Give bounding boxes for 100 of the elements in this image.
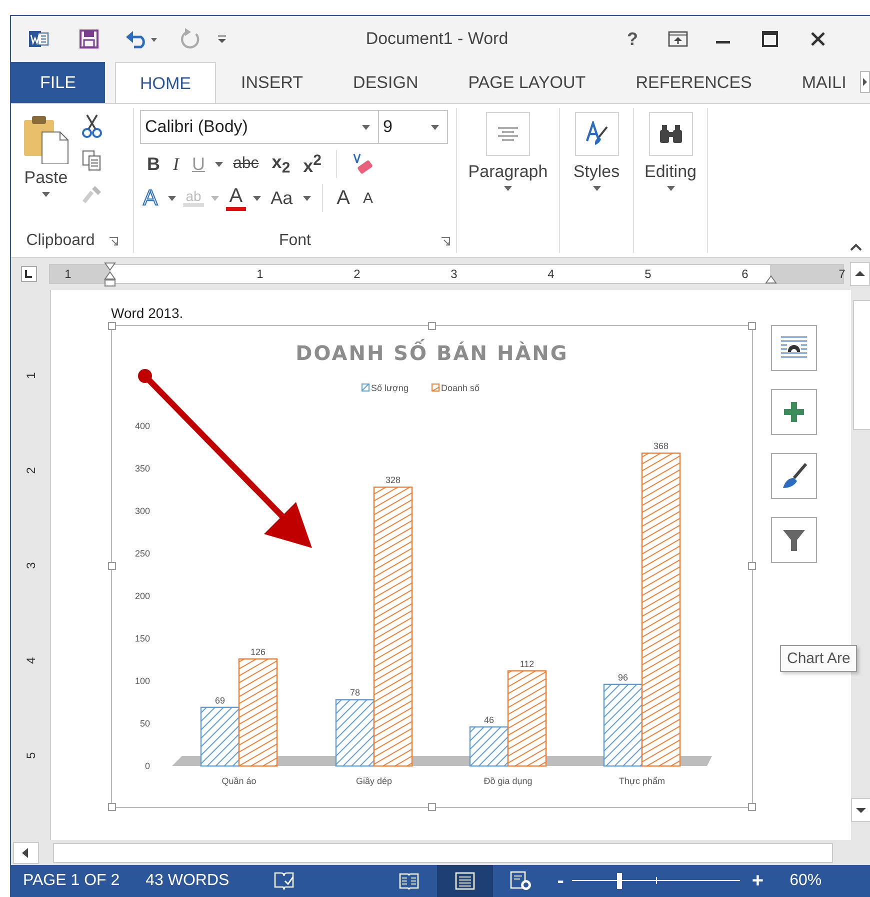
chart-styles-button[interactable] xyxy=(771,453,817,499)
font-name-field[interactable]: Calibri (Body) xyxy=(140,110,379,144)
font-color-button[interactable]: A xyxy=(226,186,246,210)
format-button[interactable]: x$^{2}$ xyxy=(300,153,325,175)
resize-handle[interactable] xyxy=(428,322,436,330)
caret-icon[interactable] xyxy=(42,192,50,197)
add-element-button[interactable] xyxy=(771,389,817,435)
ruler-number: 1 xyxy=(64,267,72,281)
data-label: 126 xyxy=(250,646,266,657)
resize-handle[interactable] xyxy=(748,322,756,330)
format-button[interactable]: x$_{2}$ xyxy=(268,152,294,176)
ribbon-tab[interactable]: HOME xyxy=(115,62,216,104)
caret-icon[interactable] xyxy=(592,186,600,191)
help-button[interactable]: ? xyxy=(627,28,638,50)
tab-selector-icon[interactable] xyxy=(21,266,37,282)
legend-label: Doanh số xyxy=(441,383,480,393)
window-title: Document1 - Word xyxy=(364,29,510,49)
zoom-out-button[interactable]: - xyxy=(553,870,568,892)
ribbon-tab[interactable]: REFERENCES xyxy=(610,62,777,103)
ribbon-group-button[interactable]: Styles xyxy=(573,162,620,182)
caret-icon[interactable] xyxy=(252,196,261,200)
caret-icon[interactable] xyxy=(362,124,370,130)
close-icon[interactable] xyxy=(810,31,826,47)
data-label: 69 xyxy=(215,695,225,706)
ribbon-group-button[interactable]: Editing xyxy=(644,162,696,182)
resize-handle[interactable] xyxy=(428,803,436,811)
right-indent-icon[interactable] xyxy=(765,275,777,284)
resize-handle[interactable] xyxy=(108,562,116,570)
customize-caret-icon[interactable] xyxy=(217,34,227,44)
ruler-number: 2 xyxy=(22,467,38,474)
save-icon[interactable] xyxy=(79,29,99,49)
resize-handle[interactable] xyxy=(108,803,116,811)
zoom-level[interactable]: 60% xyxy=(790,872,822,890)
ribbon-tab[interactable]: INSERT xyxy=(216,62,328,103)
legend-label: Số lượng xyxy=(371,383,408,393)
paintbrush-icon[interactable] xyxy=(780,462,808,490)
caret-icon[interactable] xyxy=(504,186,512,191)
scrollbar-thumb[interactable] xyxy=(53,842,833,862)
zoom-in-button[interactable]: + xyxy=(748,870,768,892)
paragraph-icon[interactable] xyxy=(498,127,518,141)
chart-area[interactable]: DOANH SỐ BÁN HÀNG Số lượng Doanh số 0 50 100 150 200 250 300 350 400 69 126 Quần áo 78 328 Giầy dép 46 112 Đồ gia dụng 96 368 Thực phẩm xyxy=(111,325,753,808)
web-page-icon[interactable] xyxy=(510,871,532,891)
styles-icon[interactable] xyxy=(584,121,608,147)
copy-icon[interactable] xyxy=(82,150,102,172)
book-icon[interactable] xyxy=(399,872,420,890)
dialog-launcher-icon[interactable] xyxy=(441,236,450,246)
word-logo-icon[interactable] xyxy=(29,29,49,49)
paste-button[interactable]: Paste xyxy=(24,166,68,190)
binoculars-icon[interactable] xyxy=(658,124,682,144)
undo-icon[interactable] xyxy=(125,29,159,49)
format-button[interactable]: abc xyxy=(230,156,262,172)
axis-label: 300 xyxy=(134,506,150,516)
caret-icon[interactable] xyxy=(215,162,223,166)
ribbon-display-icon[interactable] xyxy=(668,31,688,47)
print-layout-button[interactable] xyxy=(437,865,494,897)
indent-marker-icon[interactable] xyxy=(104,262,116,288)
chart-filter-button[interactable] xyxy=(771,517,817,563)
axis-label: 50 xyxy=(140,718,150,728)
axis-label: 0 xyxy=(144,761,150,771)
caret-icon[interactable] xyxy=(431,124,439,130)
scrollbar-thumb[interactable] xyxy=(853,300,870,430)
page-icon[interactable] xyxy=(455,872,476,890)
scroll-left-icon[interactable] xyxy=(13,842,39,864)
file-tab[interactable]: FILE xyxy=(11,62,105,103)
caret-icon[interactable] xyxy=(666,186,674,191)
ruler-number: 6 xyxy=(740,267,750,281)
word-count[interactable]: 43 WORDS xyxy=(146,872,230,890)
page-count[interactable]: PAGE 1 OF 2 xyxy=(23,872,120,890)
ruler-number: 5 xyxy=(644,267,652,281)
scroll-up-icon[interactable] xyxy=(850,262,870,286)
resize-handle[interactable] xyxy=(748,562,756,570)
caret-icon[interactable] xyxy=(168,196,176,200)
scroll-right-icon[interactable] xyxy=(860,71,870,93)
change-case-button[interactable]: Aa xyxy=(268,189,296,207)
format-button[interactable]: I xyxy=(170,155,182,173)
scroll-down-icon[interactable] xyxy=(851,798,870,822)
plus-icon[interactable] xyxy=(782,400,806,424)
ribbon-tab[interactable]: MAILI xyxy=(776,62,854,103)
ribbon-tab[interactable]: DESIGN xyxy=(328,62,444,103)
font-size-field[interactable]: 9 xyxy=(378,110,448,144)
resize-handle[interactable] xyxy=(748,803,756,811)
ribbon-tab[interactable]: PAGE LAYOUT xyxy=(443,62,611,103)
resize-handle[interactable] xyxy=(108,322,116,330)
data-label: 46 xyxy=(484,714,494,725)
format-button[interactable]: B xyxy=(144,155,163,173)
paste-icon[interactable] xyxy=(22,114,70,164)
shrink-font-button[interactable]: A xyxy=(360,190,376,206)
caret-icon[interactable] xyxy=(302,196,311,200)
scissors-icon[interactable] xyxy=(81,114,103,138)
dialog-launcher-icon[interactable] xyxy=(108,236,118,246)
ruler-number: 2 xyxy=(352,267,362,281)
filter-icon[interactable] xyxy=(781,527,807,553)
layout-options-button[interactable] xyxy=(771,325,817,371)
legend-item: Doanh số xyxy=(432,383,480,393)
proofing-icon[interactable] xyxy=(273,871,296,891)
ribbon-group-button[interactable]: Paragraph xyxy=(468,162,548,182)
collapse-ribbon-icon[interactable] xyxy=(850,243,862,251)
maximize-icon[interactable] xyxy=(762,31,778,47)
zoom-slider[interactable] xyxy=(572,873,740,889)
grow-font-button[interactable]: A xyxy=(334,188,353,208)
